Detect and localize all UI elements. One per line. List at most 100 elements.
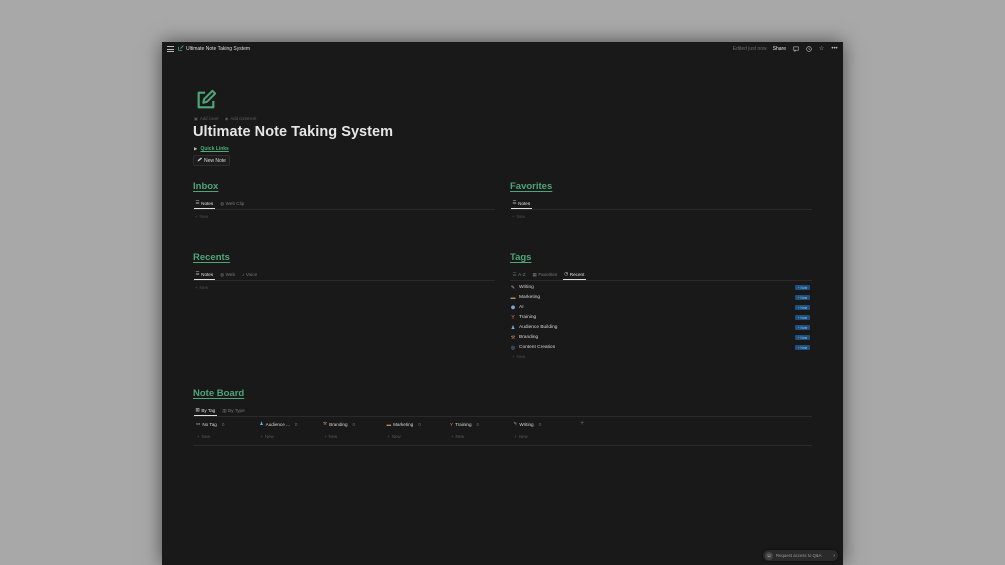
tag-label: Content Creation [519,345,556,350]
tab-label: Web Clip [225,201,245,206]
column-new-button[interactable]: + New [447,431,511,441]
add-note-badge[interactable]: + Note [795,315,810,320]
inbox-tabs: ☰ Notes ◍ Web Clip [194,200,246,209]
favorites-title[interactable]: Favorites [510,181,552,192]
column-header[interactable]: ✎ Writing 0 [511,420,575,428]
menu-icon[interactable] [167,45,174,53]
column-count: 0 [221,421,225,427]
tab-board-by-tag[interactable]: ▥ By Tag [194,407,217,416]
column-header[interactable]: ♟ Audience ... 0 [257,420,321,428]
divider [193,209,495,210]
tag-row-content-creation[interactable]: ◎ Content Creation + Note [510,343,810,352]
tab-recents-web[interactable]: ◍ Web [219,271,237,280]
divider [193,280,495,281]
add-note-badge[interactable]: + Note [795,295,810,300]
new-note-button[interactable]: New Note [193,155,230,166]
column-new-button[interactable]: + New [320,431,384,441]
plus-icon: + [195,285,198,290]
globe-icon: ◍ [220,271,225,277]
tag-label: AI [519,305,524,310]
column-header[interactable]: ⚒ Branding 0 [320,420,384,428]
quick-links-toggle[interactable]: ▶ Quick Links [194,146,229,152]
tab-label: Notes [201,271,214,277]
page-meta-actions: ▣ Add cover ◉ Add comment [194,116,256,121]
new-label: New [455,433,465,439]
clock-icon[interactable] [805,45,812,52]
page-edit-icon[interactable] [195,89,217,116]
more-icon[interactable]: ••• [831,45,838,52]
note-board-title[interactable]: Note Board [193,388,244,399]
plus-icon: + [580,420,585,427]
tag-label: Audience Building [519,325,558,330]
tag-row-audience-building[interactable]: ♟ Audience Building + Note [510,323,810,332]
tag-row-marketing[interactable]: ▬ Marketing + Note [510,293,810,302]
tag-row-ai[interactable]: ⬢ AI + Note [510,303,810,312]
tab-tags-favorites[interactable]: ▦ Favorites [531,271,559,280]
column-header[interactable]: ▭ No Tag 0 [193,420,257,428]
list-icon: ☰ [195,200,200,205]
tab-inbox-web-clip[interactable]: ◍ Web Clip [219,200,246,209]
column-label: Audience ... [265,421,290,427]
board-column-writing: ✎ Writing 0 + New [511,420,575,441]
plus-icon: + [387,433,391,439]
person-icon: ♟ [510,324,516,331]
column-new-button[interactable]: + New [511,431,575,441]
add-note-badge[interactable]: + Note [795,285,810,290]
cube-icon: ⬢ [510,304,516,311]
tab-label: Recent [569,271,585,277]
tab-recents-notes[interactable]: ☰ Notes [194,271,215,280]
column-new-button[interactable]: + New [384,431,448,441]
column-new-button[interactable]: + New [257,431,321,441]
column-label: Marketing [393,421,414,427]
plus-icon: + [324,433,327,439]
plus-icon: + [514,433,518,439]
add-note-badge[interactable]: + Note [795,305,810,310]
tag-label: Writing [519,285,534,290]
share-button[interactable]: Share [773,46,786,52]
add-comment-button[interactable]: ◉ Add comment [225,116,257,121]
add-note-badge[interactable]: + Note [795,345,810,350]
plus-icon: + [451,433,454,439]
inbox-icon: ▭ [196,421,201,426]
breadcrumb-title[interactable]: Ultimate Note Taking System [186,46,250,52]
page-title[interactable]: Ultimate Note Taking System [193,124,393,140]
tab-tags-a-z[interactable]: ☰ A-Z [511,271,527,280]
recents-new-button[interactable]: + New [195,285,208,290]
page-edit-icon [178,45,184,53]
tag-row-branding[interactable]: ⚒ Branding + Note [510,333,810,342]
globe-icon: ◍ [220,200,225,206]
add-cover-button[interactable]: ▣ Add cover [194,116,219,121]
tags-new-button[interactable]: + New [512,354,525,359]
new-label: New [392,433,401,439]
tags-title[interactable]: Tags [510,252,531,263]
add-note-badge[interactable]: + Note [795,325,810,330]
tag-row-training[interactable]: Y Training + Note [510,313,810,322]
new-label: New [265,433,274,439]
add-note-badge[interactable]: + Note [795,335,810,340]
comment-icon[interactable] [792,45,799,52]
star-icon[interactable]: ☆ [818,45,825,52]
recents-title[interactable]: Recents [193,252,230,263]
favorites-new-button[interactable]: + New [512,214,525,219]
tab-board-by-type[interactable]: ▥ By Type [221,407,246,416]
quick-links-label: Quick Links [200,146,229,152]
column-count: 0 [352,421,356,427]
column-header[interactable]: ▬ Marketing 0 [384,420,448,428]
add-group-button[interactable]: + [574,420,600,441]
divider [510,209,812,210]
column-header[interactable]: Y Training 0 [447,420,511,428]
tab-recents-voice[interactable]: ♪ Voice [241,271,259,280]
table-icon: ▦ [532,271,537,277]
folder-icon: ▬ [510,294,516,301]
column-new-button[interactable]: + New [193,431,257,441]
tab-tags-recent[interactable]: ◷ Recent [562,271,586,280]
tag-row-writing[interactable]: ✎ Writing + Note [510,283,810,292]
tab-label: By Type [228,408,245,413]
folder-icon: ▬ [386,421,392,427]
request-access-button[interactable]: ☺ Request access to Q&A › [763,550,838,561]
breadcrumb[interactable]: Ultimate Note Taking System [178,45,250,53]
inbox-new-button[interactable]: + New [195,214,208,219]
tab-inbox-notes[interactable]: ☰ Notes [194,200,215,209]
tab-favorites-notes[interactable]: ☰ Notes [511,200,532,209]
inbox-title[interactable]: Inbox [193,181,218,192]
